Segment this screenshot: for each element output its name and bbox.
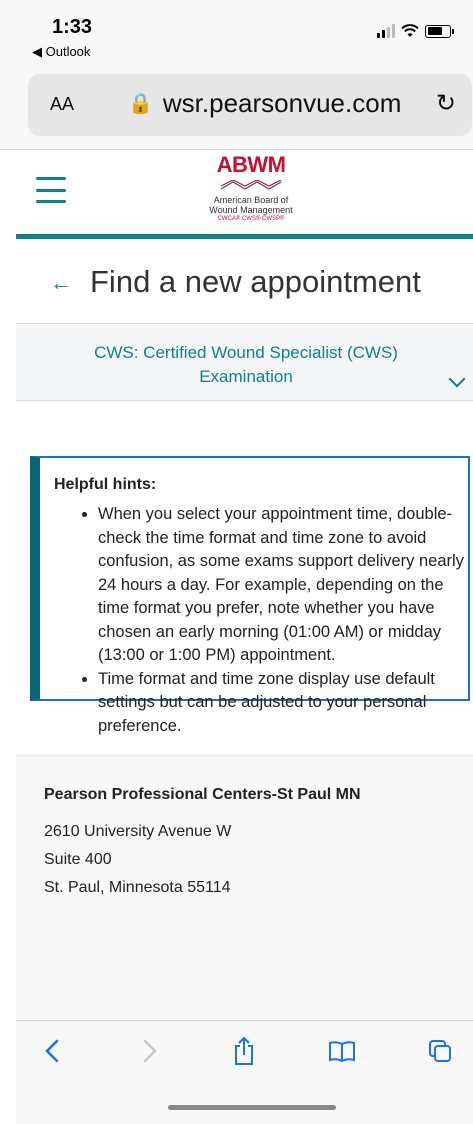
- status-icons: [377, 24, 454, 38]
- menu-icon[interactable]: [36, 177, 66, 203]
- exam-name-line2: Examination: [199, 367, 293, 386]
- share-icon[interactable]: [224, 1033, 264, 1069]
- page-title: Find a new appointment: [90, 264, 421, 299]
- logo-stripes: [220, 179, 282, 190]
- signal-icon: [377, 24, 395, 38]
- helpful-hints-box: Helpful hints: When you select your appo…: [30, 456, 470, 735]
- address-bar[interactable]: AA 🔒 wsr.pearsonvue.com ↻: [28, 74, 472, 136]
- browser-toolbar: [16, 1020, 473, 1124]
- hint-item: When you select your appointment time, d…: [98, 503, 468, 668]
- reader-settings-button[interactable]: AA: [50, 94, 74, 115]
- status-time: 1:33: [52, 16, 93, 38]
- address-line: Suite 400: [44, 851, 112, 868]
- exam-name-line1: CWS: Certified Wound Specialist (CWS): [94, 343, 398, 362]
- site-header: ABWM American Board of Wound Management …: [16, 151, 473, 239]
- url-display[interactable]: 🔒 wsr.pearsonvue.com: [128, 88, 401, 119]
- logo-name-line1: American Board of: [213, 195, 289, 205]
- logo-name-line2: Wound Management: [209, 205, 293, 215]
- reload-icon[interactable]: ↻: [436, 89, 456, 118]
- exam-selector[interactable]: CWS: Certified Wound Specialist (CWS) Ex…: [16, 325, 473, 401]
- lock-icon: 🔒: [128, 93, 153, 115]
- exam-name: CWS: Certified Wound Specialist (CWS) Ex…: [56, 341, 436, 389]
- home-indicator[interactable]: [168, 1105, 336, 1110]
- wifi-icon: [401, 24, 419, 37]
- battery-icon: [425, 24, 454, 38]
- book-icon[interactable]: [322, 1033, 362, 1069]
- browser-address-area: AA 🔒 wsr.pearsonvue.com ↻: [0, 68, 473, 150]
- title-row: ← Find a new appointment: [16, 244, 473, 324]
- abwm-logo[interactable]: ABWM American Board of Wound Management …: [176, 153, 326, 223]
- logo-tagline: CWCA® CWS® CWSP®: [217, 216, 285, 222]
- back-arrow-icon[interactable]: ←: [50, 270, 72, 296]
- chevron-right-icon[interactable]: [130, 1033, 170, 1069]
- status-bar: 1:33 ◀ Outlook: [0, 0, 473, 68]
- address-line: St. Paul, Minnesota 55114: [44, 879, 231, 896]
- hints-list: When you select your appointment time, d…: [80, 503, 468, 738]
- address-line: 2610 University Avenue W: [44, 823, 232, 840]
- back-to-app-link[interactable]: ◀ Outlook: [32, 44, 90, 60]
- test-center-name: Pearson Professional Centers-St Paul MN: [44, 786, 361, 803]
- url-text: wsr.pearsonvue.com: [162, 88, 402, 118]
- tabs-icon[interactable]: [420, 1033, 460, 1069]
- hint-item: Time format and time zone display use de…: [98, 668, 468, 739]
- logo-mark: ABWM: [216, 152, 286, 177]
- chevron-left-icon[interactable]: [32, 1033, 72, 1069]
- chevron-down-icon[interactable]: [448, 370, 466, 388]
- test-center-card[interactable]: Pearson Professional Centers-St Paul MN …: [16, 755, 473, 1020]
- hints-title: Helpful hints:: [54, 476, 157, 493]
